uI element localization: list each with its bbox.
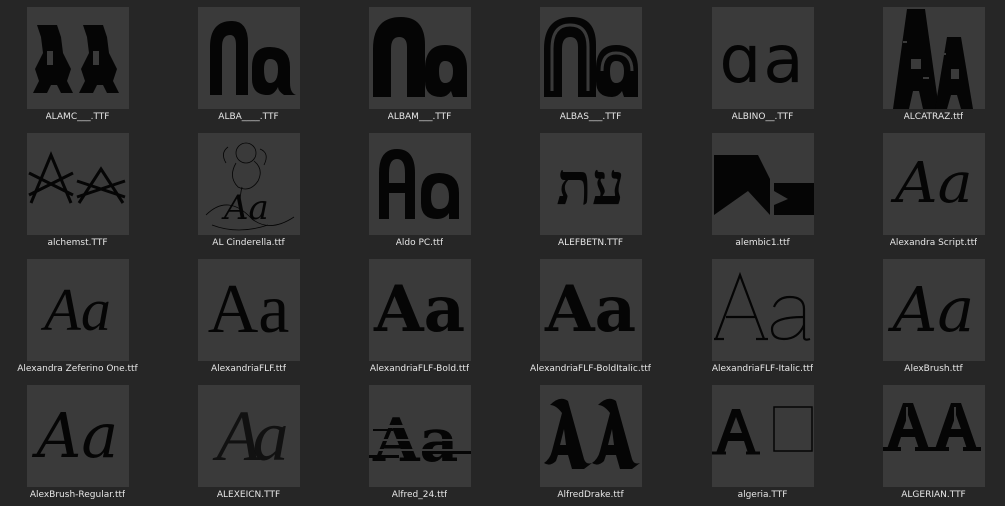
font-preview-thumbnail[interactable] — [368, 7, 471, 109]
file-name: ALEXEICN.TTF — [216, 490, 281, 500]
font-preview-icon: עת — [556, 150, 625, 218]
font-preview-thumbnail[interactable]: Aa — [368, 385, 471, 487]
file-name: ALGERIAN.TTF — [901, 490, 966, 500]
file-item[interactable]: ALBAM___.TTF — [334, 0, 505, 122]
font-preview-icon: Aa — [44, 277, 111, 343]
file-name: ALBAM___.TTF — [387, 112, 452, 122]
font-preview-thumbnail[interactable] — [882, 7, 985, 109]
font-preview-icon — [543, 398, 640, 469]
font-preview-thumbnail[interactable]: Aa — [539, 259, 642, 361]
font-preview-icon: Aa — [36, 399, 119, 472]
file-name: AlexandriaFLF-Bold.ttf — [369, 364, 470, 374]
file-item[interactable]: ɑa ALBINO__.TTF — [677, 0, 848, 122]
font-preview-icon — [713, 271, 810, 341]
file-name: AlexBrush-Regular.ttf — [29, 490, 126, 500]
file-item[interactable]: alchemst.TTF — [0, 126, 163, 248]
font-preview-icon: Aa — [544, 272, 637, 347]
font-preview-icon: Aa — [205, 142, 294, 231]
file-item[interactable]: algeria.TTF — [677, 378, 848, 500]
font-preview-thumbnail[interactable] — [711, 133, 814, 235]
font-preview-icon: Aa — [894, 151, 973, 216]
font-preview-icon — [32, 25, 119, 93]
font-preview-icon — [892, 9, 973, 109]
font-preview-thumbnail[interactable] — [711, 385, 814, 487]
file-name: alchemst.TTF — [47, 238, 108, 248]
font-preview-icon: Aa — [368, 406, 471, 476]
font-preview-icon: Aa — [373, 272, 466, 347]
file-grid: ALAMC___.TTF ALBA____.TTF ALBAM___.TTF A… — [0, 0, 1005, 506]
font-preview-thumbnail[interactable]: Aa — [882, 133, 985, 235]
file-name: ALBAS___.TTF — [559, 112, 622, 122]
font-preview-icon — [711, 406, 813, 455]
file-name: Alfred_24.ttf — [391, 490, 448, 500]
file-name: Alexandra Zeferino One.ttf — [17, 364, 138, 374]
font-preview-thumbnail[interactable] — [26, 133, 129, 235]
font-preview-thumbnail[interactable]: Aa — [26, 259, 129, 361]
svg-text:Aa: Aa — [221, 188, 269, 228]
file-name: ALBINO__.TTF — [731, 112, 794, 122]
file-item[interactable]: alembic1.ttf — [677, 126, 848, 248]
file-item[interactable]: Aa AL Cinderella.ttf — [163, 126, 334, 248]
font-preview-thumbnail[interactable]: Aa — [197, 385, 300, 487]
font-preview-icon — [713, 155, 814, 215]
file-name: AL Cinderella.ttf — [212, 238, 285, 248]
file-item[interactable]: Aa AlexBrush.ttf — [848, 252, 1005, 374]
file-item[interactable]: Aa Alexandra Zeferino One.ttf — [0, 252, 163, 374]
file-name: ALCATRAZ.ttf — [903, 112, 964, 122]
file-item[interactable]: ALGERIAN.TTF — [848, 378, 1005, 500]
file-name: algeria.TTF — [737, 490, 788, 500]
font-preview-icon — [209, 21, 296, 95]
font-preview-icon — [882, 403, 981, 451]
font-preview-thumbnail[interactable]: Aa — [197, 259, 300, 361]
file-item[interactable]: AlexandriaFLF-Italic.ttf — [677, 252, 848, 374]
font-preview-icon — [372, 17, 467, 97]
font-preview-thumbnail[interactable] — [26, 7, 129, 109]
file-name: ALEFBETN.TTF — [558, 238, 623, 248]
font-preview-thumbnail[interactable]: Aa — [197, 133, 300, 235]
file-item[interactable]: עת ALEFBETN.TTF — [505, 126, 676, 248]
file-item[interactable]: ALBAS___.TTF — [505, 0, 676, 122]
font-preview-icon — [378, 149, 459, 219]
file-item[interactable]: ALCATRAZ.ttf — [848, 0, 1005, 122]
font-preview-thumbnail[interactable]: Aa — [26, 385, 129, 487]
font-preview-icon: ɑa — [719, 21, 806, 98]
file-item[interactable]: ALAMC___.TTF — [0, 0, 163, 122]
file-name: AlexandriaFLF-Italic.ttf — [711, 364, 814, 374]
file-item[interactable]: Aa Alexandra Script.ttf — [848, 126, 1005, 248]
font-preview-thumbnail[interactable] — [368, 133, 471, 235]
font-preview-thumbnail[interactable]: Aa — [368, 259, 471, 361]
file-item[interactable]: Aldo PC.ttf — [334, 126, 505, 248]
file-name: ALAMC___.TTF — [45, 112, 110, 122]
file-item[interactable]: ALBA____.TTF — [163, 0, 334, 122]
font-preview-thumbnail[interactable]: עת — [539, 133, 642, 235]
font-preview-icon: Aa — [892, 273, 975, 346]
font-preview-thumbnail[interactable] — [711, 259, 814, 361]
font-preview-thumbnail[interactable]: Aa — [882, 259, 985, 361]
font-preview-thumbnail[interactable] — [197, 7, 300, 109]
file-name: Alexandra Script.ttf — [889, 238, 978, 248]
font-preview-thumbnail[interactable] — [539, 7, 642, 109]
file-name: Aldo PC.ttf — [395, 238, 444, 248]
font-preview-thumbnail[interactable] — [539, 385, 642, 487]
file-item[interactable]: Aa Alfred_24.ttf — [334, 378, 505, 500]
font-preview-thumbnail[interactable]: ɑa — [711, 7, 814, 109]
font-preview-icon — [27, 151, 125, 204]
font-preview-icon — [543, 17, 638, 97]
file-item[interactable]: Aa AlexandriaFLF.ttf — [163, 252, 334, 374]
file-name: AlexandriaFLF.ttf — [210, 364, 287, 374]
file-name: ALBA____.TTF — [218, 112, 279, 122]
file-name: AlfredDrake.ttf — [557, 490, 624, 500]
font-preview-thumbnail[interactable] — [882, 385, 985, 487]
font-preview-icon: Aa — [207, 271, 290, 348]
file-item[interactable]: Aa AlexandriaFLF-BoldItalic.ttf — [505, 252, 676, 374]
file-name: alembic1.ttf — [735, 238, 790, 248]
font-preview-icon: Aa — [216, 396, 289, 476]
file-name: AlexBrush.ttf — [904, 364, 963, 374]
file-item[interactable]: AlfredDrake.ttf — [505, 378, 676, 500]
file-item[interactable]: Aa AlexBrush-Regular.ttf — [0, 378, 163, 500]
file-name: AlexandriaFLF-BoldItalic.ttf — [530, 364, 651, 374]
file-item[interactable]: Aa AlexandriaFLF-Bold.ttf — [334, 252, 505, 374]
file-item[interactable]: Aa ALEXEICN.TTF — [163, 378, 334, 500]
